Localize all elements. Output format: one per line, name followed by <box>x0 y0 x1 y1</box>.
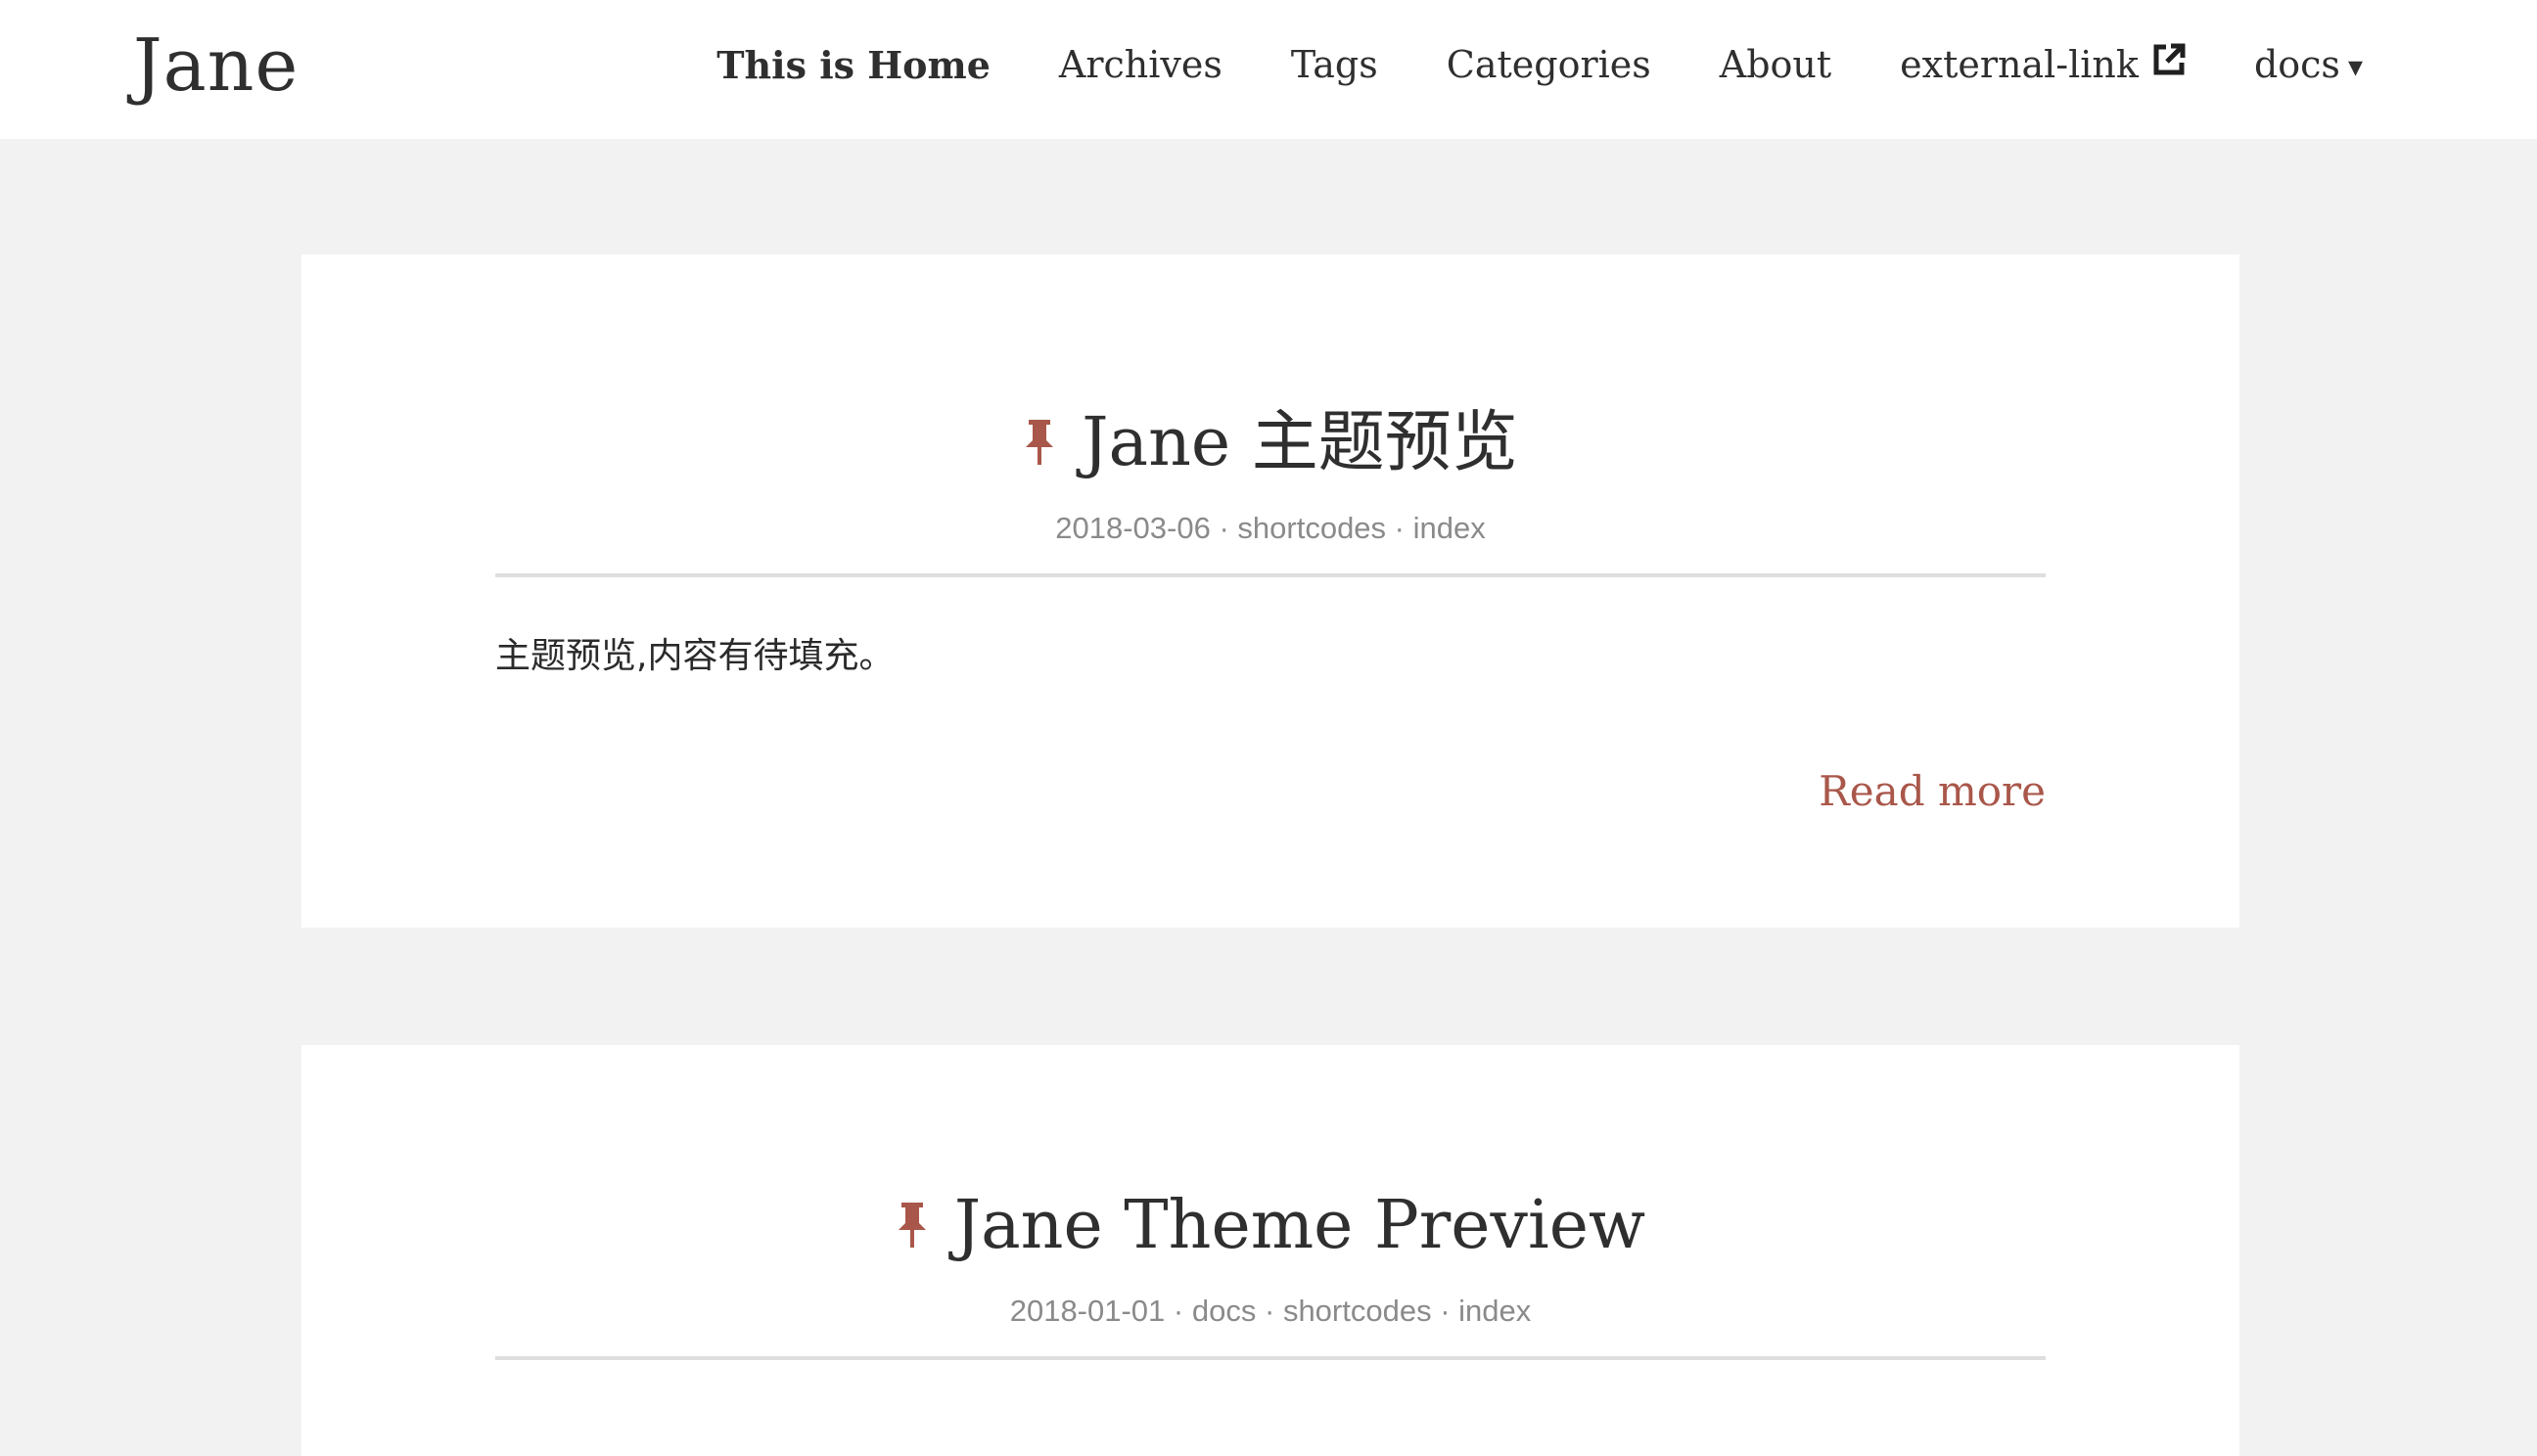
external-link-icon <box>2152 42 2186 75</box>
category-link[interactable]: shortcodes <box>1283 1294 1432 1328</box>
nav-item-external-link[interactable]: external-link <box>1900 43 2186 86</box>
post-title: Jane 主题预览 <box>495 399 2046 487</box>
category-link[interactable]: shortcodes <box>1237 511 1386 545</box>
nav-item-about[interactable]: About <box>1720 43 1831 86</box>
meta-separator: · <box>1173 1294 1184 1328</box>
nav-item-home[interactable]: This is Home <box>716 43 991 87</box>
post-divider <box>495 1356 2046 1360</box>
category-link[interactable]: index <box>1413 511 1486 545</box>
read-more-link[interactable]: Read more <box>1819 767 2046 815</box>
category-link[interactable]: index <box>1458 1294 1531 1328</box>
nav-item-label: Categories <box>1446 43 1651 86</box>
post-card: Jane Theme Preview 2018-01-01 · docs · s… <box>301 1045 2239 1456</box>
post-summary: 主题预览,内容有待填充。 <box>495 636 895 676</box>
main-nav: This is Home Archives Tags Categories Ab… <box>648 0 2363 129</box>
pin-icon <box>896 1184 929 1248</box>
nav-item-label: Archives <box>1058 43 1222 86</box>
meta-separator: · <box>1264 1294 1275 1328</box>
post-date: 2018-01-01 <box>1009 1294 1166 1328</box>
post-title-link[interactable]: Jane Theme Preview <box>954 1187 1645 1264</box>
nav-item-label: This is Home <box>716 42 991 87</box>
caret-down-icon: ▾ <box>2347 49 2363 84</box>
post-title: Jane Theme Preview <box>495 1182 2046 1270</box>
nav-item-label: external-link <box>1900 43 2139 86</box>
post-divider <box>495 573 2046 577</box>
post-meta: 2018-03-06 · shortcodes · index <box>495 507 2046 550</box>
category-link[interactable]: docs <box>1192 1294 1256 1328</box>
pin-icon <box>1023 401 1056 465</box>
nav-item-tags[interactable]: Tags <box>1291 43 1378 86</box>
site-header: Jane This is Home Archives Tags Categori… <box>0 0 2537 139</box>
post-card: Jane 主题预览 2018-03-06 · shortcodes · inde… <box>301 254 2239 928</box>
post-content: Jane 主题预览 2018-03-06 · shortcodes · inde… <box>495 399 2046 815</box>
nav-item-docs-dropdown[interactable]: docs ▾ <box>2254 43 2363 86</box>
meta-separator: · <box>1394 511 1405 545</box>
post-meta: 2018-01-01 · docs · shortcodes · index <box>495 1290 2046 1333</box>
nav-item-categories[interactable]: Categories <box>1447 43 1651 86</box>
nav-item-label: Tags <box>1290 43 1378 86</box>
nav-item-label: About <box>1719 43 1832 86</box>
post-content: Jane Theme Preview 2018-01-01 · docs · s… <box>495 1182 2046 1360</box>
nav-item-label: docs <box>2253 43 2340 86</box>
meta-separator: · <box>1219 511 1229 545</box>
meta-separator: · <box>1440 1294 1451 1328</box>
post-date: 2018-03-06 <box>1055 511 1211 545</box>
post-title-link[interactable]: Jane 主题预览 <box>1082 404 1517 481</box>
site-logo[interactable]: Jane <box>133 22 299 110</box>
nav-item-archives[interactable]: Archives <box>1059 43 1222 86</box>
